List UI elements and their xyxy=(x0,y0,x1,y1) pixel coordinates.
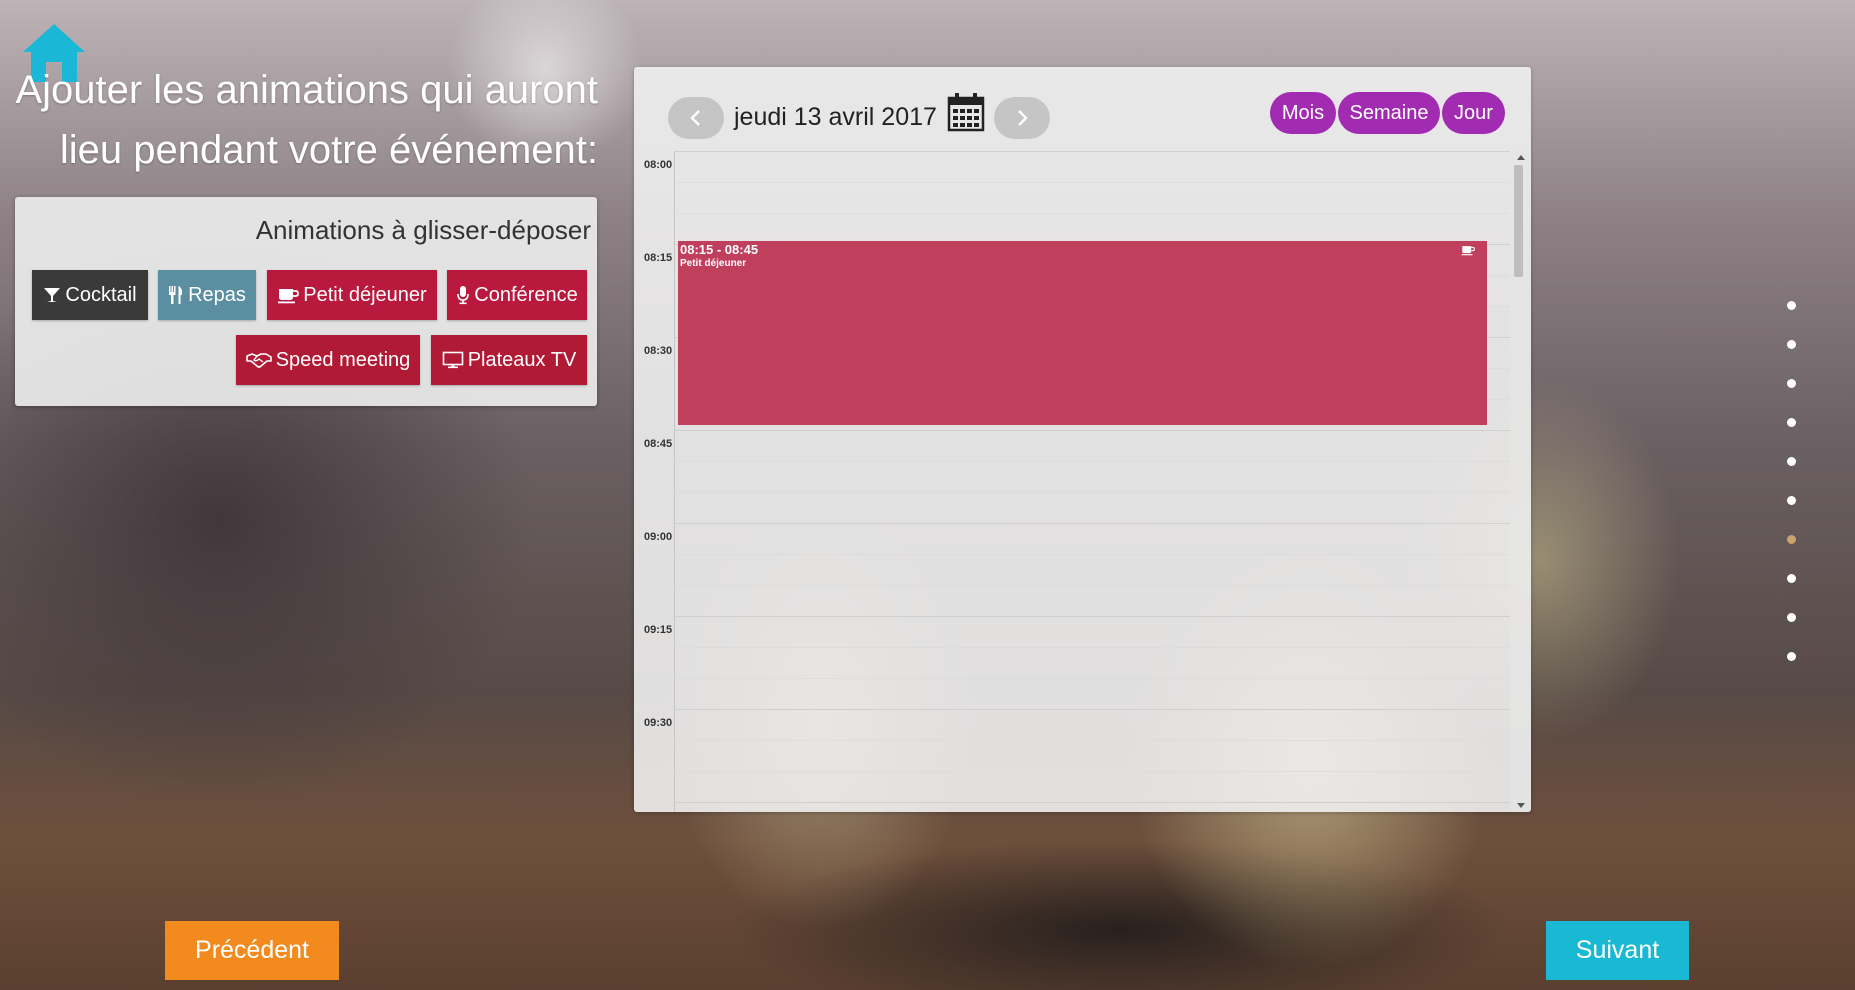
event-time: 08:15 - 08:45 xyxy=(680,242,759,257)
half-slot-line xyxy=(674,740,1510,741)
coffee-icon xyxy=(278,289,300,304)
nav-dot[interactable] xyxy=(1787,574,1796,583)
time-grid[interactable]: 08:00 08:15 08:30 08:45 09:00 09:15 09:3… xyxy=(634,151,1510,812)
nav-dot[interactable] xyxy=(1787,379,1796,388)
time-label: 09:15 xyxy=(644,624,673,636)
calendar-event[interactable]: 08:15 - 08:45 Petit déjeuner xyxy=(678,241,1487,425)
calendar-date: jeudi 13 avril 2017 xyxy=(734,103,937,131)
nav-dot[interactable] xyxy=(1787,652,1796,661)
time-label: 08:00 xyxy=(644,159,673,171)
scroll-thumb[interactable] xyxy=(1514,165,1523,277)
nav-dot[interactable] xyxy=(1787,457,1796,466)
heading-line-1: Ajouter les animations qui auront xyxy=(15,68,598,112)
prev-day-button[interactable] xyxy=(668,97,724,139)
slot-line xyxy=(674,709,1510,710)
animation-label: Speed meeting xyxy=(275,348,411,371)
slot-line xyxy=(674,430,1510,431)
time-label: 08:15 xyxy=(644,252,673,264)
nav-dot[interactable] xyxy=(1787,613,1796,622)
chevron-right-icon xyxy=(1018,110,1028,126)
nav-dot[interactable] xyxy=(1787,496,1796,505)
chevron-left-icon xyxy=(690,110,700,126)
animation-plateaux-tv[interactable]: Plateaux TV xyxy=(431,335,587,385)
half-slot-line xyxy=(674,554,1510,555)
next-day-button[interactable] xyxy=(994,97,1050,139)
view-day-button[interactable]: Jour xyxy=(1442,92,1505,134)
time-label: 08:30 xyxy=(644,345,673,357)
animation-label: Repas xyxy=(188,283,246,306)
scroll-down-arrow[interactable] xyxy=(1517,803,1525,808)
nav-dot-active[interactable] xyxy=(1787,535,1796,544)
animation-label: Plateaux TV xyxy=(467,348,577,371)
hour-line xyxy=(674,151,1510,152)
handshake-icon xyxy=(245,353,272,368)
animation-label: Conférence xyxy=(474,283,578,306)
half-slot-line xyxy=(674,461,1510,462)
utensils-icon xyxy=(169,286,183,304)
calendar-icon[interactable] xyxy=(947,92,985,132)
cocktail-icon xyxy=(44,288,61,302)
tv-icon xyxy=(442,351,464,369)
next-button[interactable]: Suivant xyxy=(1546,921,1689,980)
slot-line xyxy=(674,616,1510,617)
event-title: Petit déjeuner xyxy=(680,258,747,269)
page-heading: Ajouter les animations qui auront lieu p… xyxy=(10,60,598,180)
animations-panel: Animations à glisser-déposer Cocktail Re… xyxy=(15,197,597,406)
nav-dot[interactable] xyxy=(1787,418,1796,427)
half-slot-line xyxy=(674,585,1510,586)
animations-panel-title: Animations à glisser-déposer xyxy=(255,215,591,245)
heading-line-2: lieu pendant votre événement: xyxy=(59,128,598,172)
animation-label: Cocktail xyxy=(65,283,137,306)
nav-dot[interactable] xyxy=(1787,340,1796,349)
view-week-button[interactable]: Semaine xyxy=(1338,92,1440,134)
animation-label: Petit déjeuner xyxy=(303,283,427,306)
time-axis-line xyxy=(674,151,675,812)
animation-petit-dejeuner[interactable]: Petit déjeuner xyxy=(267,270,437,320)
coffee-icon xyxy=(1461,246,1475,256)
time-label: 09:00 xyxy=(644,531,673,543)
calendar-scrollbar[interactable] xyxy=(1510,151,1531,812)
time-label: 09:30 xyxy=(644,717,673,729)
half-slot-line xyxy=(674,182,1510,183)
previous-button[interactable]: Précédent xyxy=(165,921,339,980)
half-slot-line xyxy=(674,213,1510,214)
hour-line xyxy=(674,523,1510,524)
half-slot-line xyxy=(674,678,1510,679)
animation-repas[interactable]: Repas xyxy=(158,270,256,320)
calendar: jeudi 13 avril 2017 Mois Semaine Jour 08… xyxy=(634,67,1531,812)
animation-cocktail[interactable]: Cocktail xyxy=(32,270,148,320)
microphone-icon xyxy=(457,286,470,305)
nav-dot[interactable] xyxy=(1787,301,1796,310)
half-slot-line xyxy=(674,771,1510,772)
slot-line xyxy=(674,802,1510,803)
animation-conference[interactable]: Conférence xyxy=(447,270,587,320)
time-label: 08:45 xyxy=(644,438,673,450)
half-slot-line xyxy=(674,647,1510,648)
view-month-button[interactable]: Mois xyxy=(1270,92,1336,134)
half-slot-line xyxy=(674,492,1510,493)
animation-speed-meeting[interactable]: Speed meeting xyxy=(236,335,420,385)
scroll-up-arrow[interactable] xyxy=(1517,155,1525,160)
